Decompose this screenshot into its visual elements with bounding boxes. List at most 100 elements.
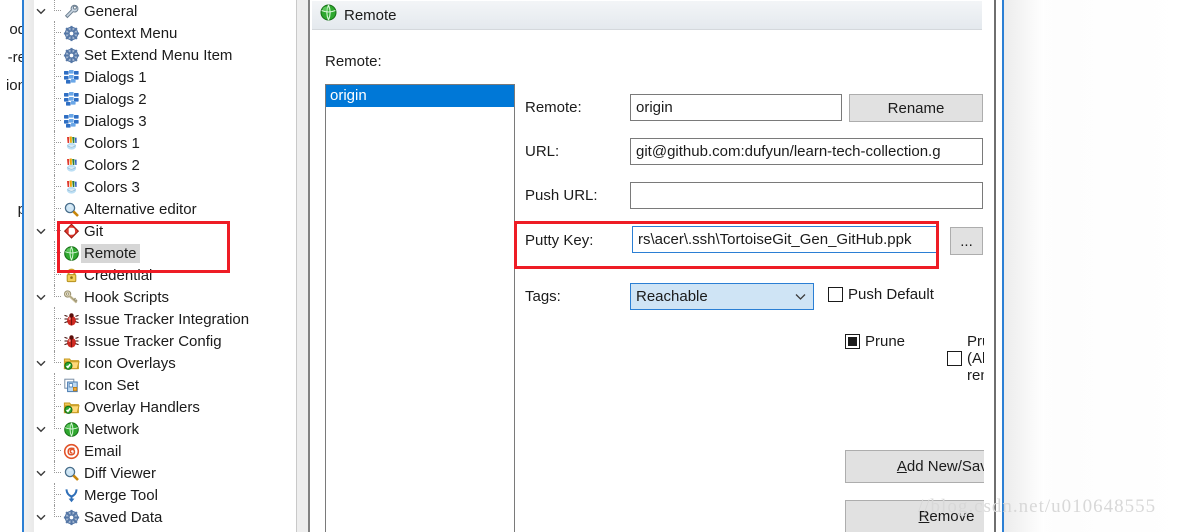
- push-url-field-label: Push URL:: [525, 187, 598, 204]
- key-icon: [62, 288, 80, 306]
- tree-item-issue-tracker-integration[interactable]: Issue Tracker Integration: [34, 307, 296, 331]
- tree-item-label: Dialogs 2: [84, 90, 147, 108]
- gear-icon: [62, 24, 80, 42]
- panel-title: Remote: [344, 6, 397, 24]
- tree-connector: [48, 329, 62, 353]
- git-icon: [62, 222, 80, 240]
- tree-item-label: Credential: [84, 266, 153, 284]
- prune-label: Prune: [865, 333, 906, 350]
- tree-item-dialogs-3[interactable]: Dialogs 3: [34, 109, 296, 133]
- prune-checkbox[interactable]: Prune: [845, 333, 905, 350]
- globe-green-icon: [62, 244, 80, 262]
- chevron-down-icon[interactable]: [34, 220, 48, 242]
- chevron-down-icon[interactable]: [34, 352, 48, 374]
- chevron-down-icon[interactable]: [34, 418, 48, 440]
- lock-icon: [62, 266, 80, 284]
- putty-key-input[interactable]: rs\acer\.ssh\TortoiseGit_Gen_GitHub.ppk: [632, 226, 939, 253]
- chevron-down-icon: [795, 284, 806, 309]
- tree-connector: [48, 65, 62, 89]
- prune-checkbox-box: [845, 334, 860, 349]
- panel-header-divider: [312, 29, 982, 30]
- chevron-down-icon[interactable]: [34, 0, 48, 22]
- tree-connector: [48, 505, 62, 528]
- remote-field-label: Remote:: [525, 99, 582, 116]
- email-icon: [62, 442, 80, 460]
- tree-item-context-menu[interactable]: Context Menu: [34, 21, 296, 45]
- tree-connector: [48, 373, 62, 397]
- tags-select[interactable]: Reachable: [630, 283, 814, 310]
- dialogs-icon: [62, 112, 80, 130]
- settings-tree[interactable]: General Context Menu Set Extend Menu Item D…: [34, 0, 296, 532]
- tree-item-set-extend-menu-item[interactable]: Set Extend Menu Item: [34, 43, 296, 67]
- browse-putty-key-button[interactable]: ...: [950, 227, 983, 255]
- tree-item-credential[interactable]: Credential: [34, 263, 296, 287]
- tree-connector: [48, 87, 62, 111]
- tree-item-colors-1[interactable]: Colors 1: [34, 131, 296, 155]
- push-url-input[interactable]: [630, 182, 983, 209]
- rename-button[interactable]: Rename: [849, 94, 983, 122]
- remote-list-item[interactable]: origin: [326, 85, 514, 107]
- add-new-save-accel: A: [896, 458, 907, 475]
- url-input[interactable]: git@github.com:dufyun/learn-tech-collect…: [630, 138, 983, 165]
- tree-item-overlay-handlers[interactable]: Overlay Handlers: [34, 395, 296, 419]
- chevron-down-icon[interactable]: [34, 462, 48, 484]
- tree-item-saved-data[interactable]: Saved Data: [34, 505, 296, 528]
- tree-item-label: Remote: [81, 243, 140, 263]
- tree-item-label: Diff Viewer: [84, 464, 156, 482]
- tree-item-label: Email: [84, 442, 122, 460]
- remote-name-input[interactable]: origin: [630, 94, 842, 121]
- tree-item-alternative-editor[interactable]: Alternative editor: [34, 197, 296, 221]
- tree-item-label: Saved Data: [84, 508, 163, 526]
- chevron-down-icon[interactable]: [34, 286, 48, 308]
- tree-item-label: Colors 1: [84, 134, 140, 152]
- tree-item-icon-set[interactable]: Icon Set: [34, 373, 296, 397]
- tree-item-colors-2[interactable]: Colors 2: [34, 153, 296, 177]
- tree-item-label: Git: [84, 222, 104, 240]
- tree-item-network[interactable]: Network: [34, 417, 296, 440]
- chevron-right-icon[interactable]: [34, 506, 48, 528]
- dialogs-icon: [62, 90, 80, 108]
- tree-item-email[interactable]: Email: [34, 439, 296, 463]
- tree-connector: [48, 439, 62, 463]
- tree-item-remote[interactable]: Remote: [34, 241, 296, 265]
- tree-item-git[interactable]: Git: [34, 219, 296, 242]
- tree-connector: [48, 131, 62, 155]
- bug-icon: [62, 332, 80, 350]
- tree-item-label: Merge Tool: [84, 486, 158, 504]
- tree-panel-divider: [296, 0, 297, 532]
- colors-icon: [62, 134, 80, 152]
- push-default-label: Push Default: [848, 286, 934, 303]
- push-default-checkbox-box: [828, 287, 843, 302]
- tree-item-dialogs-1[interactable]: Dialogs 1: [34, 65, 296, 89]
- globe-green-icon: [320, 4, 337, 26]
- putty-key-field-label: Putty Key:: [525, 232, 594, 249]
- tree-item-merge-tool[interactable]: Merge Tool: [34, 483, 296, 507]
- tree-item-label: Icon Set: [84, 376, 140, 394]
- add-new-save-rest: dd New/Save: [906, 458, 984, 475]
- remote-settings-panel: Remote Remote: origin Remote: origin Ren…: [310, 0, 984, 532]
- tree-item-label: Overlay Handlers: [84, 398, 200, 416]
- panel-header: Remote: [312, 1, 982, 29]
- remotes-listbox[interactable]: origin: [325, 84, 515, 532]
- tree-item-dialogs-2[interactable]: Dialogs 2: [34, 87, 296, 111]
- tree-item-label: Icon Overlays: [84, 354, 176, 372]
- tree-item-general[interactable]: General: [34, 0, 296, 22]
- tree-item-hook-scripts[interactable]: Hook Scripts: [34, 285, 296, 308]
- tree-item-issue-tracker-config[interactable]: Issue Tracker Config: [34, 329, 296, 353]
- tree-item-label: Issue Tracker Config: [84, 332, 222, 350]
- magnifier-icon: [62, 200, 80, 218]
- tree-item-icon-overlays[interactable]: Icon Overlays: [34, 351, 296, 374]
- tags-field-label: Tags:: [525, 288, 561, 305]
- prune-all-remotes-checkbox[interactable]: Prune (All remotes): [947, 333, 984, 384]
- tree-connector: [48, 241, 62, 265]
- magnifier-icon: [62, 464, 80, 482]
- tree-item-colors-3[interactable]: Colors 3: [34, 175, 296, 199]
- add-new-save-button[interactable]: Add New/Save: [845, 450, 984, 483]
- tree-item-diff-viewer[interactable]: Diff Viewer: [34, 461, 296, 484]
- push-default-checkbox[interactable]: Push Default: [828, 286, 934, 303]
- url-field-label: URL:: [525, 143, 560, 160]
- tree-item-label: Hook Scripts: [84, 288, 170, 306]
- tree-connector: [48, 43, 62, 67]
- tree-item-label: Dialogs 1: [84, 68, 147, 86]
- tree-item-label: Colors 3: [84, 178, 140, 196]
